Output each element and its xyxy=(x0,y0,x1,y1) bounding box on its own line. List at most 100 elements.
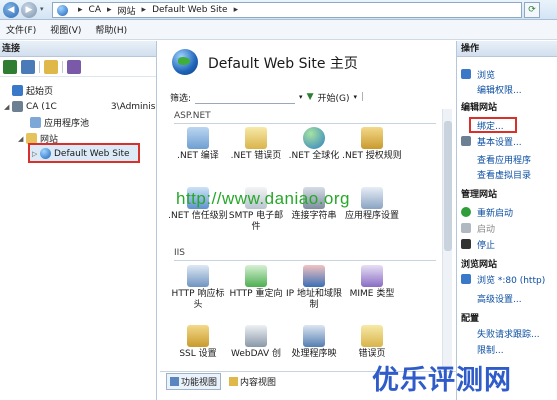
ip-restrictions-icon xyxy=(303,265,325,287)
action-view-applications[interactable]: 查看应用程序 xyxy=(477,153,531,166)
restart-icon xyxy=(461,207,471,217)
breadcrumb-item-server[interactable]: CA xyxy=(89,5,101,15)
tree-label: CA (1C 3\Adminis xyxy=(26,101,156,112)
response-headers-icon xyxy=(187,265,209,287)
tree-label: Default Web Site xyxy=(54,148,130,159)
breadcrumb-separator-icon: ▸ xyxy=(141,5,147,15)
mime-types-icon xyxy=(361,265,383,287)
breadcrumb-item-sites[interactable]: 网站 xyxy=(118,4,136,17)
authorization-lock-icon xyxy=(361,127,383,149)
action-advanced-settings[interactable]: 高级设置... xyxy=(477,292,522,305)
feature-net-globalization[interactable]: .NET 全球化 xyxy=(284,127,344,162)
handler-mappings-icon xyxy=(303,325,325,347)
feature-ssl-settings[interactable]: SSL 设置 xyxy=(168,325,228,360)
section-iis[interactable]: IIS xyxy=(174,248,185,258)
feature-ip-domain-restrictions[interactable]: IP 地址和域限制 xyxy=(284,265,344,311)
menu-bar: 文件(F) 视图(V) 帮助(H) xyxy=(0,20,557,40)
breadcrumb[interactable]: ▸ CA ▸ 网站 ▸ Default Web Site ▸ xyxy=(52,2,522,18)
tree-item-start-page[interactable]: 起始页 xyxy=(12,83,53,98)
menu-help[interactable]: 帮助(H) xyxy=(95,23,127,36)
action-restart[interactable]: 重新启动 xyxy=(477,206,513,219)
connections-toolbar xyxy=(0,57,156,77)
action-start[interactable]: 启动 xyxy=(477,222,495,235)
error-page-404-icon xyxy=(361,325,383,347)
browse-http-icon xyxy=(461,274,471,284)
brand-watermark: 优乐评测网 xyxy=(372,365,512,396)
feature-label: 处理程序映 xyxy=(291,349,337,359)
feature-mime-types[interactable]: MIME 类型 xyxy=(342,265,402,300)
start-dropdown-icon[interactable]: ▾ xyxy=(353,93,357,101)
connections-pane: 连接 起始页 ◢ CA (1C 3\Adminis 应用程序池 ◢ 网站 ▷ D… xyxy=(0,41,157,400)
action-browse[interactable]: 浏览 xyxy=(477,68,495,81)
action-limits[interactable]: 限制... xyxy=(477,343,504,356)
globalization-icon xyxy=(303,127,325,149)
connections-icon[interactable] xyxy=(67,59,81,74)
menu-file[interactable]: 文件(F) xyxy=(6,23,36,36)
filter-bar: 筛选: ▾ ▼ 开始(G) ▾ | xyxy=(170,89,450,105)
filter-dropdown-icon[interactable]: ▾ xyxy=(299,93,303,101)
tab-label: 功能视图 xyxy=(181,378,218,388)
feature-webdav[interactable]: WebDAV 创 xyxy=(226,325,286,360)
breadcrumb-item-default-site[interactable]: Default Web Site xyxy=(152,5,228,15)
basic-settings-icon xyxy=(461,136,471,146)
feature-http-redirect[interactable]: HTTP 重定向 xyxy=(226,265,286,300)
error-page-404-icon xyxy=(245,127,267,149)
refresh-icon[interactable]: ⟳ xyxy=(524,2,540,18)
save-icon[interactable] xyxy=(21,59,35,74)
feature-label: WebDAV 创 xyxy=(231,349,281,359)
breadcrumb-separator-icon: ▸ xyxy=(78,5,83,15)
feature-http-response-headers[interactable]: HTTP 响应标头 xyxy=(168,265,228,311)
features-scrollbar[interactable] xyxy=(442,109,452,367)
collapse-icon[interactable]: ◢ xyxy=(18,135,26,143)
filter-input[interactable] xyxy=(195,91,296,104)
tree-label: 起始页 xyxy=(26,87,54,97)
site-globe-icon xyxy=(172,49,198,75)
start-filter-button[interactable]: 开始(G) xyxy=(317,91,349,104)
tab-features-view[interactable]: 功能视图 xyxy=(166,373,222,390)
action-stop[interactable]: 停止 xyxy=(477,238,495,251)
collapse-icon[interactable]: ◢ xyxy=(4,103,12,111)
app-pool-icon xyxy=(30,117,41,128)
compilation-icon xyxy=(187,127,209,149)
filter-divider: | xyxy=(361,92,365,102)
tree-label: 应用程序池 xyxy=(44,119,90,129)
forward-icon[interactable]: ▶ xyxy=(21,2,37,18)
action-browse-80[interactable]: 浏览 *:80 (http) xyxy=(477,273,545,286)
features-view-icon xyxy=(170,377,179,386)
action-failed-request-tracing[interactable]: 失败请求跟踪... xyxy=(477,327,540,340)
history-dropdown-icon[interactable]: ▾ xyxy=(40,5,44,13)
feature-label: .NET 编译 xyxy=(177,151,219,161)
expand-icon[interactable]: ▷ xyxy=(32,150,40,158)
actions-header: 操作 xyxy=(457,41,557,57)
menu-view[interactable]: 视图(V) xyxy=(50,23,81,36)
feature-net-error-pages[interactable]: .NET 错误页 xyxy=(226,127,286,162)
action-bindings[interactable]: 绑定... xyxy=(477,119,504,132)
address-bar: ◀ ▶ ▾ ▸ CA ▸ 网站 ▸ Default Web Site ▸ ⟳ xyxy=(0,0,557,20)
section-aspnet[interactable]: ASP.NET xyxy=(174,111,211,121)
globe-icon xyxy=(40,148,51,159)
tab-content-view[interactable]: 内容视图 xyxy=(225,373,280,390)
scrollbar-thumb[interactable] xyxy=(444,121,452,251)
content-view-icon xyxy=(229,377,239,386)
toolbar-divider xyxy=(62,60,63,73)
redirect-icon xyxy=(245,265,267,287)
action-edit-permissions[interactable]: 编辑权限... xyxy=(477,83,522,96)
feature-app-settings[interactable]: 应用程序设置 xyxy=(342,187,402,222)
tree-item-app-pools[interactable]: 应用程序池 xyxy=(30,115,89,130)
feature-handler-mappings[interactable]: 处理程序映 xyxy=(284,325,344,360)
feature-net-authorization[interactable]: .NET 授权规则 xyxy=(342,127,402,162)
tree-item-server[interactable]: ◢ CA (1C 3\Adminis xyxy=(4,99,155,114)
feature-net-compilation[interactable]: .NET 编译 xyxy=(168,127,228,162)
connect-icon[interactable] xyxy=(3,59,17,74)
feature-label: HTTP 响应标头 xyxy=(171,289,225,310)
actions-pane: 操作 浏览 编辑权限... 编辑网站 绑定... 基本设置... 查看应用程序 … xyxy=(457,41,557,400)
feature-error-pages[interactable]: 错误页 xyxy=(342,325,402,360)
up-folder-icon[interactable] xyxy=(44,59,58,74)
start-filter-icon: ▼ xyxy=(306,92,314,102)
server-icon xyxy=(12,101,23,112)
ssl-lock-icon xyxy=(187,325,209,347)
back-icon[interactable]: ◀ xyxy=(3,2,19,18)
tree-item-default-site-row[interactable]: ▷ Default Web Site xyxy=(32,146,130,161)
action-basic-settings[interactable]: 基本设置... xyxy=(477,135,522,148)
action-view-virtual-dirs[interactable]: 查看虚拟目录 xyxy=(477,168,531,181)
